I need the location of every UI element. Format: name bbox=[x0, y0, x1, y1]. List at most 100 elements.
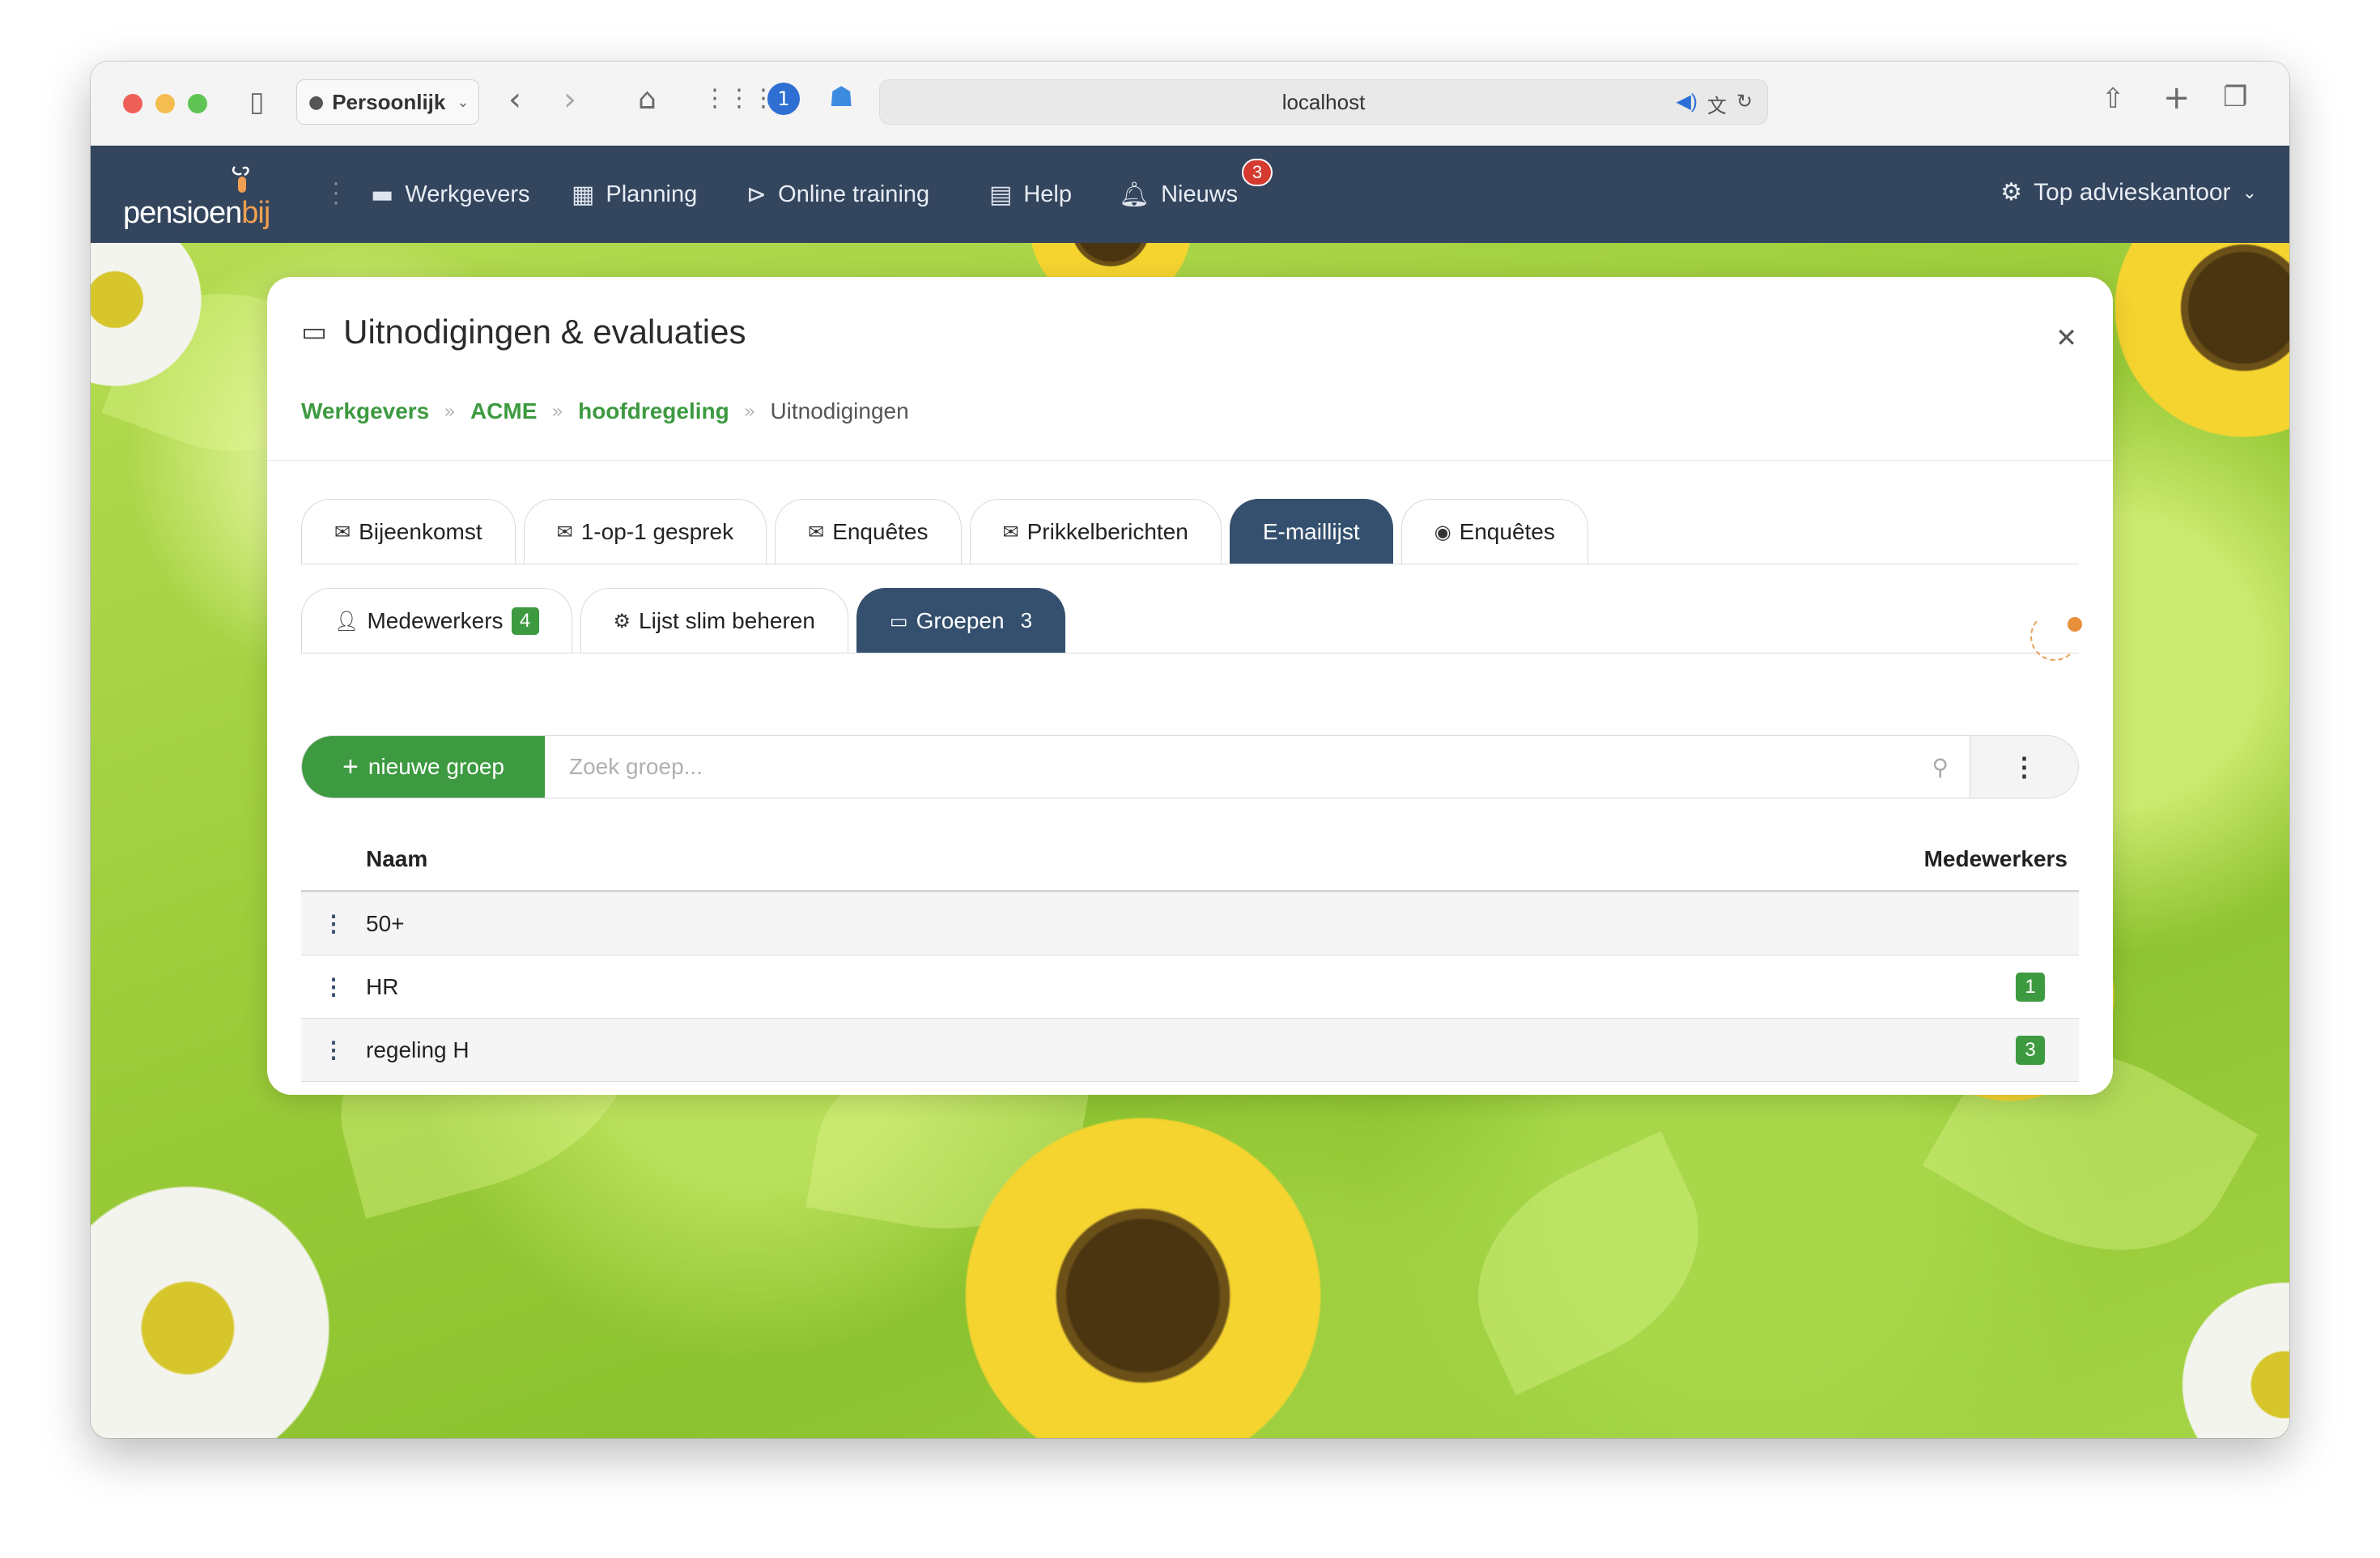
new-group-button[interactable]: + nieuwe groep bbox=[302, 736, 545, 798]
breadcrumb-separator-icon: » bbox=[551, 400, 564, 423]
modal-title-text: Uitnodigingen & evaluaties bbox=[343, 313, 746, 351]
group-count-badge: 1 bbox=[2016, 972, 2045, 1002]
tab-bijeenkomst[interactable]: ✉ Bijeenkomst bbox=[301, 499, 516, 564]
row-menu-icon[interactable]: ⋮ bbox=[301, 910, 366, 937]
row-menu-icon[interactable]: ⋮ bbox=[301, 1037, 366, 1063]
tab-label: 1-op-1 gesprek bbox=[580, 518, 734, 544]
table-header: Naam Medewerkers bbox=[301, 828, 2079, 892]
pensioenbij-logo[interactable]: pensioenbij bbox=[123, 160, 285, 233]
back-icon[interactable]: ‹ bbox=[508, 81, 521, 118]
subtab-groepen[interactable]: ▭ Groepen 3 bbox=[856, 588, 1066, 653]
search-group-input[interactable] bbox=[545, 736, 1970, 798]
groups-table: Naam Medewerkers ⋮ 50+ ⋮ HR 1 ⋮ regeling… bbox=[301, 828, 2079, 1082]
office-selector[interactable]: ⚙ Top advieskantoor ⌄ bbox=[2000, 178, 2257, 206]
address-bar[interactable]: localhost ◀) 文 ↻ bbox=[879, 79, 1768, 125]
new-tab-icon[interactable]: + bbox=[2163, 79, 2191, 117]
breadcrumb-acme[interactable]: ACME bbox=[470, 398, 537, 424]
row-menu-icon[interactable]: ⋮ bbox=[301, 973, 366, 1000]
minimize-window-button[interactable] bbox=[155, 94, 175, 113]
breadcrumb-separator-icon: » bbox=[743, 400, 756, 423]
tab-label: Enquêtes bbox=[1459, 518, 1555, 544]
share-icon[interactable]: ⇧ bbox=[2102, 83, 2125, 115]
medewerkers-count-badge: 4 bbox=[511, 607, 539, 635]
nav-help[interactable]: ▤ Help bbox=[989, 178, 1072, 211]
nav-online-training[interactable]: ⊳ Online training bbox=[746, 178, 929, 211]
briefcase-icon: ▬ bbox=[371, 180, 394, 209]
table-body: ⋮ 50+ ⋮ HR 1 ⋮ regeling H 3 bbox=[301, 892, 2079, 1082]
loading-spinner-icon bbox=[2030, 612, 2082, 661]
tabs-overview-icon[interactable]: ❐ bbox=[2223, 81, 2247, 113]
breadcrumb-current: Uitnodigingen bbox=[770, 398, 909, 424]
invitations-modal: ▭ Uitnodigingen & evaluaties ✕ Werkgever… bbox=[267, 277, 2113, 1095]
nav-label: Nieuws bbox=[1161, 181, 1239, 207]
news-count-badge: 3 bbox=[1242, 159, 1273, 186]
header-divider bbox=[267, 460, 2113, 461]
nav-label: Planning bbox=[606, 181, 698, 207]
tab-enquetes-view[interactable]: ◉ Enquêtes bbox=[1400, 499, 1588, 564]
groepen-count: 3 bbox=[1020, 608, 1033, 632]
tab-label: Bijeenkomst bbox=[359, 518, 482, 544]
group-name: 50+ bbox=[366, 910, 405, 936]
table-row[interactable]: ⋮ HR 1 bbox=[301, 956, 2079, 1019]
new-group-label: nieuwe groep bbox=[368, 754, 504, 779]
tab-1-op-1-gesprek[interactable]: ✉ 1-op-1 gesprek bbox=[523, 499, 767, 564]
user-icon: 👤︎ bbox=[334, 609, 359, 632]
home-icon[interactable]: ⌂ bbox=[638, 83, 657, 116]
subtab-lijst-slim-beheren[interactable]: ⚙ Lijst slim beheren bbox=[580, 588, 848, 653]
reload-icon[interactable]: ↻ bbox=[1736, 90, 1753, 118]
url-text: localhost bbox=[1281, 89, 1366, 114]
subtab-medewerkers[interactable]: 👤︎ Medewerkers 4 bbox=[301, 588, 572, 653]
book-icon: ▤ bbox=[989, 180, 1013, 209]
tab-enquetes-mail[interactable]: ✉ Enquêtes bbox=[775, 499, 962, 564]
bell-icon: 🔔︎ bbox=[1119, 180, 1150, 209]
plus-icon: + bbox=[342, 751, 359, 782]
breadcrumb-werkgevers[interactable]: Werkgevers bbox=[301, 398, 429, 424]
tab-label: Lijst slim beheren bbox=[639, 607, 815, 633]
tab-prikkelberichten[interactable]: ✉ Prikkelberichten bbox=[969, 499, 1222, 564]
tab-e-maillijst[interactable]: E-maillijst bbox=[1229, 499, 1393, 564]
play-circle-icon: ⊳ bbox=[746, 180, 767, 209]
nav-label: Help bbox=[1023, 181, 1073, 207]
logo-text: pensioenbij bbox=[123, 196, 270, 230]
close-icon[interactable]: ✕ bbox=[2055, 322, 2077, 353]
tab-label: Enquêtes bbox=[832, 518, 929, 544]
modal-title: ▭ Uitnodigingen & evaluaties bbox=[301, 313, 746, 351]
more-options-button[interactable]: ⋮ bbox=[1970, 736, 2078, 798]
zoom-window-button[interactable] bbox=[188, 94, 207, 113]
chevron-down-icon: ⌄ bbox=[457, 93, 470, 110]
nav-planning[interactable]: ▦ Planning bbox=[572, 178, 697, 211]
breadcrumb-hoofdregeling[interactable]: hoofdregeling bbox=[578, 398, 729, 424]
ghost-extension-icon[interactable]: ☗ bbox=[829, 81, 853, 113]
calendar-icon: ▦ bbox=[572, 180, 595, 209]
mail-icon: ✉ bbox=[334, 520, 351, 543]
close-window-button[interactable] bbox=[123, 94, 142, 113]
grid-icon[interactable]: ⋮⋮⋮ bbox=[703, 84, 776, 113]
tab-label: Groepen bbox=[916, 607, 1005, 633]
group-count-cell: 1 bbox=[1982, 972, 2079, 1002]
speaker-icon[interactable]: ◀) bbox=[1676, 90, 1697, 118]
breadcrumb: Werkgevers » ACME » hoofdregeling » Uitn… bbox=[301, 398, 909, 424]
inbox-icon: ▭ bbox=[301, 316, 328, 348]
forward-icon[interactable]: › bbox=[563, 81, 576, 118]
nav-label: Werkgevers bbox=[405, 181, 530, 207]
mail-icon: ✉ bbox=[556, 520, 573, 543]
email-list-subtabs: 👤︎ Medewerkers 4 ⚙ Lijst slim beheren ▭ … bbox=[301, 588, 1066, 653]
office-label: Top advieskantoor bbox=[2034, 178, 2231, 206]
group-name: regeling H bbox=[366, 1037, 470, 1062]
nav-werkgevers[interactable]: ▬ Werkgevers bbox=[371, 178, 530, 211]
browser-window: ▯ ● Persoonlijk ⌄ ‹ › ⌂ ⋮⋮⋮ 1 ☗ localhos… bbox=[91, 62, 2289, 1438]
table-row[interactable]: ⋮ 50+ bbox=[301, 892, 2079, 956]
nav-nieuws[interactable]: 🔔︎ Nieuws bbox=[1119, 178, 1238, 211]
column-header-naam[interactable]: Naam bbox=[301, 846, 1924, 872]
group-name: HR bbox=[366, 973, 399, 999]
column-header-medewerkers[interactable]: Medewerkers bbox=[1924, 846, 2079, 872]
table-row[interactable]: ⋮ regeling H 3 bbox=[301, 1019, 2079, 1082]
password-manager-icon[interactable]: 1 bbox=[767, 83, 800, 115]
sidebar-toggle-icon[interactable]: ▯ bbox=[249, 86, 265, 118]
profile-selector[interactable]: ● Persoonlijk ⌄ bbox=[296, 79, 479, 125]
nav-label: Online training bbox=[778, 181, 930, 207]
group-count-cell: 3 bbox=[1982, 1035, 2079, 1065]
chevron-down-icon: ⌄ bbox=[2242, 181, 2257, 202]
translate-icon[interactable]: 文 bbox=[1707, 90, 1727, 118]
gear-icon: ⚙ bbox=[613, 609, 631, 632]
